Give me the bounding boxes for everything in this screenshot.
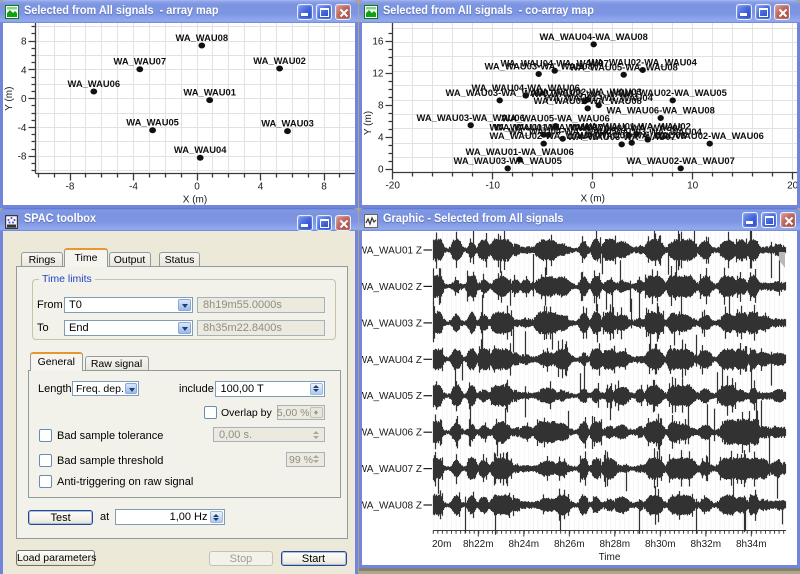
- svg-text:-8: -8: [18, 152, 27, 163]
- svg-text:WA_WAU07-WA_WAU08: WA_WAU07-WA_WAU08: [578, 129, 686, 140]
- svg-text:WA_WAU05-WA_WAU07: WA_WAU05-WA_WAU07: [531, 88, 639, 99]
- svg-text:WA_WAU07 Z: WA_WAU07 Z: [362, 464, 422, 475]
- svg-text:WA_WAU04 Z: WA_WAU04 Z: [362, 355, 422, 366]
- svg-text:WA_WAU07: WA_WAU07: [113, 56, 166, 67]
- svg-text:WA_WAU06 Z: WA_WAU06 Z: [362, 428, 422, 439]
- svg-text:-8: -8: [66, 182, 75, 193]
- svg-text:4: 4: [21, 65, 27, 76]
- svg-text:8h22m: 8h22m: [463, 539, 494, 550]
- svg-text:WA_WAU03-WA_WAU05: WA_WAU03-WA_WAU05: [454, 155, 562, 166]
- svg-text:8: 8: [378, 101, 384, 112]
- svg-text:8: 8: [21, 37, 27, 48]
- svg-text:WA_WAU06: WA_WAU06: [67, 78, 120, 89]
- svg-text:0: 0: [21, 94, 27, 105]
- svg-text:WA_WAU05-WA_WAU08: WA_WAU05-WA_WAU08: [570, 61, 678, 72]
- svg-text:-20: -20: [385, 181, 400, 192]
- svg-text:0: 0: [194, 182, 200, 193]
- svg-text:8h32m: 8h32m: [691, 539, 722, 550]
- svg-text:4: 4: [378, 133, 384, 144]
- svg-text:0: 0: [590, 181, 596, 192]
- svg-text:WA_WAU08 Z: WA_WAU08 Z: [362, 501, 422, 512]
- svg-text:Y (m): Y (m): [4, 87, 15, 111]
- svg-text:16: 16: [372, 37, 384, 48]
- svg-text:WA_WAU02 Z: WA_WAU02 Z: [362, 282, 422, 293]
- svg-text:8h30m: 8h30m: [645, 539, 676, 550]
- svg-text:WA_WAU01 Z: WA_WAU01 Z: [362, 246, 422, 257]
- svg-text:-4: -4: [18, 123, 27, 134]
- svg-text:WA_WAU05: WA_WAU05: [126, 117, 179, 128]
- svg-text:20m: 20m: [432, 539, 451, 550]
- svg-text:WA_WAU03: WA_WAU03: [261, 118, 314, 129]
- svg-text:8h24m: 8h24m: [509, 539, 540, 550]
- svg-text:4: 4: [258, 182, 264, 193]
- svg-text:WA_WAU02-WA_WAU07: WA_WAU02-WA_WAU07: [627, 155, 735, 166]
- svg-text:8: 8: [321, 182, 327, 193]
- svg-text:10: 10: [687, 181, 699, 192]
- svg-text:-10: -10: [485, 181, 500, 192]
- svg-text:WA_WAU06-WA_WAU08: WA_WAU06-WA_WAU08: [607, 105, 715, 116]
- svg-text:8h34m: 8h34m: [736, 539, 767, 550]
- svg-text:Time: Time: [599, 552, 621, 563]
- svg-text:WA_WAU05-WA_WAU06: WA_WAU05-WA_WAU06: [502, 113, 610, 124]
- svg-text:WA_WAU02: WA_WAU02: [253, 55, 306, 66]
- svg-text:WA_WAU04: WA_WAU04: [174, 144, 227, 155]
- svg-text:20: 20: [787, 181, 797, 192]
- svg-text:WA_WAU08: WA_WAU08: [175, 32, 228, 43]
- svg-text:X (m): X (m): [183, 195, 207, 206]
- svg-text:X (m): X (m): [580, 194, 604, 205]
- svg-text:8h28m: 8h28m: [600, 539, 631, 550]
- svg-text:WA_WAU03 Z: WA_WAU03 Z: [362, 318, 422, 329]
- svg-text:WA_WAU01: WA_WAU01: [183, 87, 236, 98]
- svg-text:12: 12: [372, 69, 384, 80]
- svg-text:WA_WAU04-WA_WAU08: WA_WAU04-WA_WAU08: [540, 31, 648, 42]
- svg-text:8h26m: 8h26m: [554, 539, 585, 550]
- svg-text:-4: -4: [129, 182, 138, 193]
- svg-text:WA_WAU05 Z: WA_WAU05 Z: [362, 391, 422, 402]
- svg-text:0: 0: [378, 165, 384, 176]
- svg-text:Y (m): Y (m): [363, 111, 374, 135]
